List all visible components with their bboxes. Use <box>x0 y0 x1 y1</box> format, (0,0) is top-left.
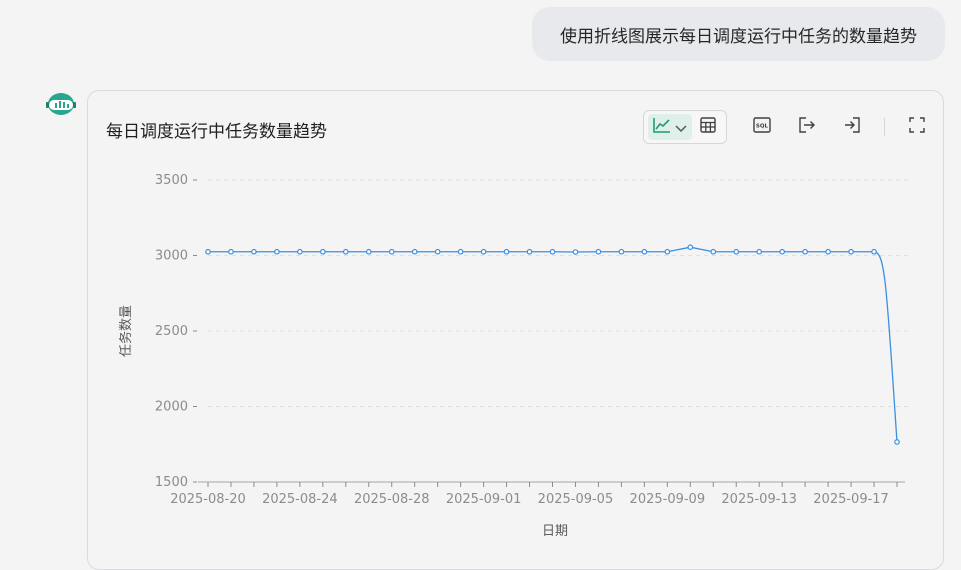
x-tick-label: 2025-08-24 <box>262 492 338 507</box>
data-point[interactable] <box>480 248 487 255</box>
x-tick-label: 2025-08-28 <box>354 492 430 507</box>
data-point[interactable] <box>549 248 556 255</box>
data-point[interactable] <box>297 248 303 255</box>
line-chart: 1500 2000 2500 3000 3500 2025-08-20 2025-08-24… <box>118 173 910 539</box>
data-point[interactable] <box>503 248 510 255</box>
y-tick-label: 1500 <box>155 475 188 490</box>
data-point[interactable] <box>687 244 694 250</box>
y-tick-label: 2000 <box>155 400 188 415</box>
y-tick-label: 3500 <box>155 173 188 188</box>
data-point[interactable] <box>320 248 326 255</box>
data-point[interactable] <box>526 248 533 255</box>
data-point[interactable] <box>733 248 740 255</box>
data-point[interactable] <box>710 248 717 255</box>
data-point[interactable] <box>825 248 831 255</box>
x-tick-label: 2025-09-17 <box>813 492 889 507</box>
x-tick-label: 2025-08-20 <box>170 492 246 507</box>
data-point[interactable] <box>274 248 280 255</box>
data-point[interactable] <box>388 248 395 255</box>
data-point[interactable] <box>871 248 877 255</box>
data-point[interactable] <box>365 248 372 255</box>
data-point[interactable] <box>779 248 785 255</box>
x-axis-title: 日期 <box>542 524 568 539</box>
data-point[interactable] <box>641 248 648 255</box>
data-point[interactable] <box>342 248 349 255</box>
data-point[interactable] <box>205 248 211 255</box>
data-point[interactable] <box>664 248 671 255</box>
data-point[interactable] <box>848 248 854 255</box>
y-tick-label: 2500 <box>155 324 188 339</box>
x-tick-label: 2025-09-01 <box>446 492 522 507</box>
data-point[interactable] <box>756 248 763 255</box>
data-point[interactable] <box>572 249 579 255</box>
data-point[interactable] <box>802 248 808 255</box>
series-line <box>208 246 898 443</box>
y-tick-label: 3000 <box>155 249 188 264</box>
data-point[interactable] <box>228 248 234 255</box>
x-tick-label: 2025-09-13 <box>721 492 797 507</box>
y-axis-title: 任务数量 <box>118 305 134 357</box>
data-point[interactable] <box>434 248 441 255</box>
data-point[interactable] <box>457 248 464 255</box>
x-tick-label: 2025-09-05 <box>538 492 614 507</box>
x-tick-label: 2025-09-09 <box>630 492 706 507</box>
data-point[interactable] <box>618 248 625 255</box>
data-point[interactable] <box>251 248 257 255</box>
data-point[interactable] <box>894 439 900 445</box>
data-point[interactable] <box>595 248 602 255</box>
data-point[interactable] <box>411 248 418 255</box>
